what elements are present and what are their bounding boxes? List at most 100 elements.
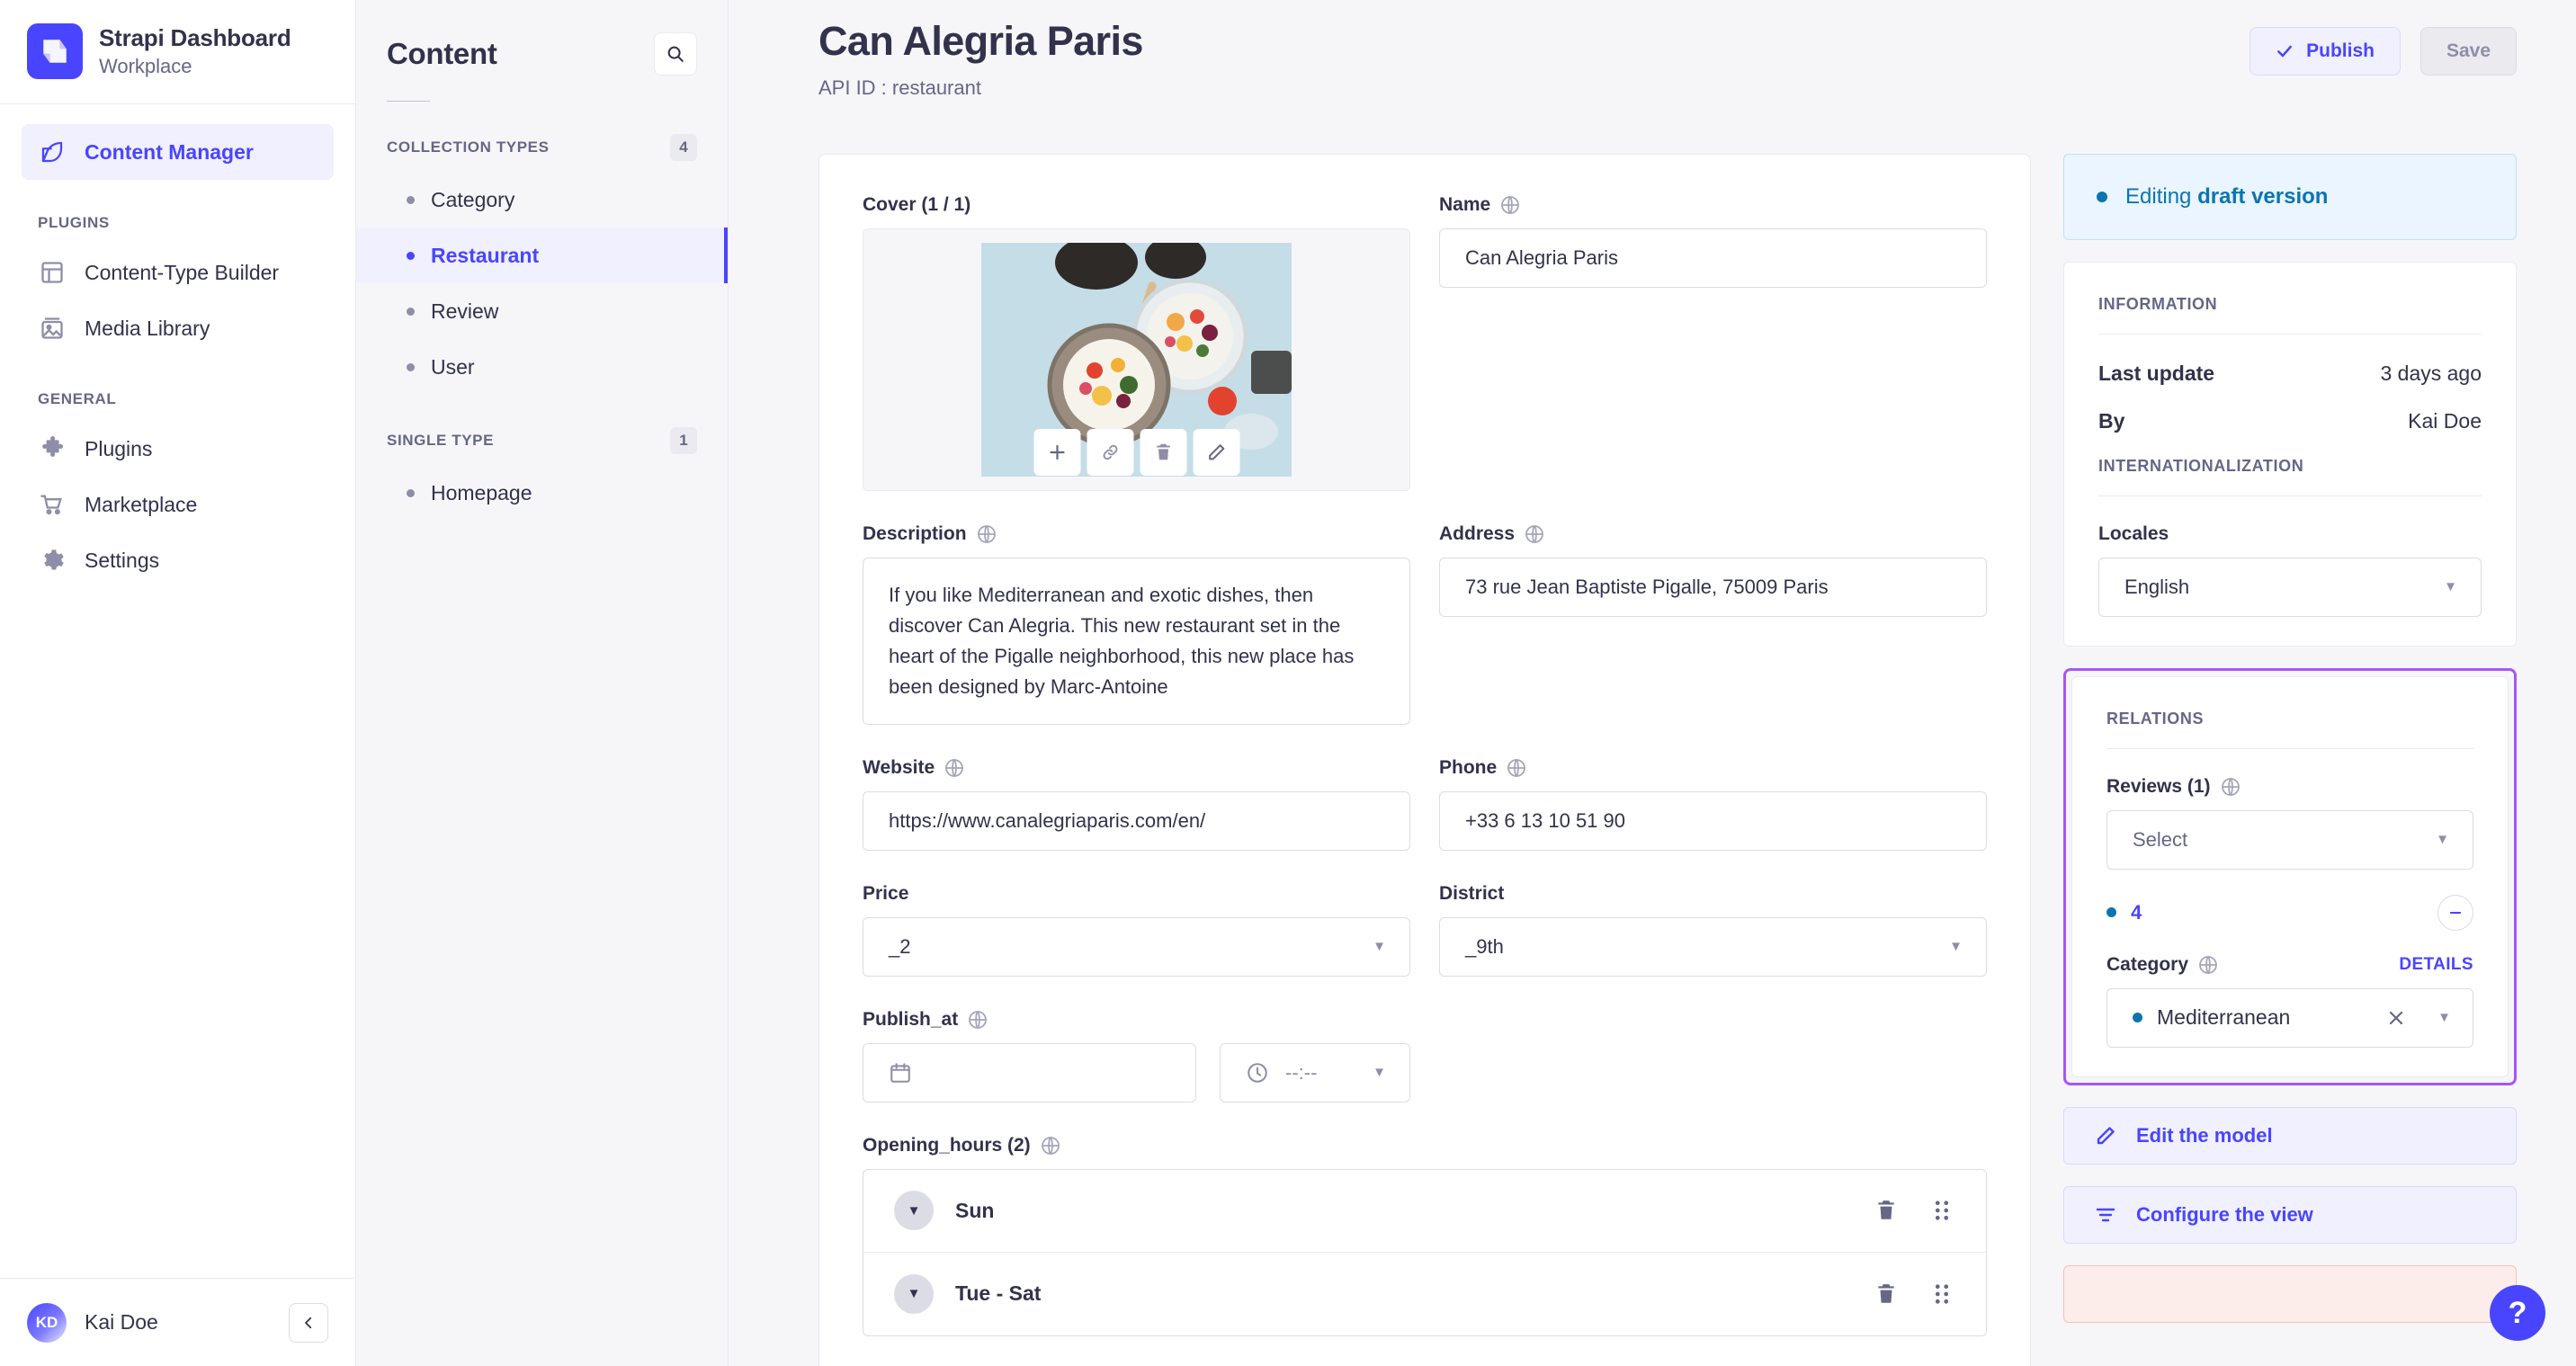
locale-select[interactable]: English ▼ [2098, 557, 2482, 617]
edit-the-model-button[interactable]: Edit the model [2063, 1106, 2517, 1165]
district-select[interactable]: _9th ▼ [1439, 916, 1987, 977]
opening-hours-label-wrap: Opening_hours (2) [863, 1135, 1987, 1156]
collection-types-label: COLLECTION TYPES [387, 138, 550, 156]
sidebar-item-marketplace[interactable]: Marketplace [22, 477, 334, 532]
calendar-icon [889, 1061, 912, 1085]
body-columns: Cover (1 / 1) Name Can Alegria Paris Des… [729, 100, 2576, 1366]
category-details-link[interactable]: DETAILS [2399, 955, 2473, 975]
selected-review-id: 4 [2131, 900, 2142, 924]
bullet-icon [2106, 907, 2116, 918]
category-header-row: Category DETAILS [2106, 954, 2473, 976]
remove-relation-button[interactable] [2437, 894, 2473, 931]
form-row-price-district: Price _2 ▼ District _9th ▼ [863, 883, 1987, 977]
single-type-homepage[interactable]: Homepage [356, 465, 728, 521]
sidebar-item-content-manager[interactable]: Content Manager [22, 124, 334, 180]
address-input[interactable]: 73 rue Jean Baptiste Pigalle, 75009 Pari… [1439, 557, 1987, 617]
sidebar-item-label: Content-Type Builder [85, 260, 280, 284]
district-select-value: _9th [1465, 934, 1504, 958]
description-textarea[interactable]: If you like Mediterranean and exotic dis… [863, 557, 1410, 725]
sidebar-item-content-type-builder[interactable]: Content-Type Builder [22, 245, 334, 300]
globe-icon [976, 523, 997, 545]
sidebar-item-plugins[interactable]: Plugins [22, 421, 334, 477]
feather-pen-icon [38, 138, 67, 166]
collection-type-user[interactable]: User [356, 339, 728, 395]
price-select-value: _2 [889, 934, 911, 958]
chevron-down-icon[interactable]: ▼ [2437, 1010, 2451, 1025]
locale-select-value: English [2124, 575, 2190, 598]
collection-types-list: Category Restaurant Review User [356, 172, 728, 395]
content-nav-title: Content [387, 37, 497, 70]
opening-hours-field: Opening_hours (2) ▼ Sun ▼ Tue - Sat [863, 1135, 1987, 1336]
cover-field: Cover (1 / 1) [863, 194, 1410, 491]
collection-type-restaurant[interactable]: Restaurant [356, 228, 728, 283]
sidebar-user-footer: KD Kai Doe [0, 1278, 355, 1366]
sidebar-item-settings[interactable]: Settings [22, 532, 334, 588]
edit-media-button[interactable] [1193, 428, 1239, 476]
user-name[interactable]: Kai Doe [85, 1310, 271, 1335]
divider [2098, 333, 2482, 335]
collection-type-category[interactable]: Category [356, 172, 728, 228]
save-button[interactable]: Save [2419, 27, 2517, 76]
phone-input[interactable]: +33 6 13 10 51 90 [1439, 790, 1987, 851]
brand-title: Strapi Dashboard [99, 23, 291, 51]
search-button[interactable] [654, 32, 697, 76]
question-mark-icon: ? [2508, 1295, 2527, 1330]
category-select[interactable]: Mediterranean ▼ [2106, 987, 2473, 1048]
price-label-wrap: Price [863, 883, 1410, 905]
phone-field: Phone +33 6 13 10 51 90 [1439, 757, 1987, 851]
info-value: 3 days ago [2380, 361, 2482, 385]
api-id-label: API ID : restaurant [818, 76, 981, 99]
opening-hours-row-sun[interactable]: ▼ Sun [863, 1170, 1986, 1253]
publish-at-date-input[interactable] [863, 1042, 1196, 1103]
address-label: Address [1439, 522, 1516, 544]
publish-at-time-select[interactable]: --:-- ▼ [1220, 1042, 1410, 1103]
sidebar-item-media-library[interactable]: Media Library [22, 300, 334, 356]
sliders-icon [2095, 1204, 2116, 1226]
trash-icon[interactable] [1869, 1193, 1903, 1228]
add-media-button[interactable] [1033, 428, 1080, 476]
collection-types-count: 4 [670, 134, 697, 161]
publish-button[interactable]: Publish [2250, 27, 2401, 76]
drag-handle-icon[interactable] [1925, 1277, 1959, 1311]
help-button[interactable]: ? [2490, 1285, 2545, 1341]
chevron-down-icon: ▼ [1373, 1065, 1386, 1081]
info-row-by: By Kai Doe [2098, 409, 2482, 433]
configure-the-view-label: Configure the view [2136, 1202, 2313, 1226]
configure-the-view-button[interactable]: Configure the view [2063, 1185, 2517, 1244]
list-item-label: Homepage [431, 480, 532, 504]
chevron-down-icon[interactable]: ▼ [894, 1191, 934, 1231]
name-input[interactable]: Can Alegria Paris [1439, 228, 1987, 288]
name-label-wrap: Name [1439, 194, 1987, 216]
app-root: Strapi Dashboard Workplace Content Manag… [0, 0, 2576, 1366]
reviews-select[interactable]: Select ▼ [2106, 809, 2473, 870]
cover-label: Cover (1 / 1) [863, 193, 971, 215]
layout-grid-icon [38, 258, 67, 287]
sidebar-section-plugins-label: PLUGINS [38, 214, 110, 231]
brand-header: Strapi Dashboard Workplace [0, 0, 355, 104]
price-label: Price [863, 882, 909, 904]
close-icon[interactable] [2385, 1007, 2407, 1029]
page-title: Can Alegria Paris [818, 18, 1143, 64]
drag-handle-icon[interactable] [1925, 1193, 1959, 1228]
bullet-icon [407, 362, 415, 371]
category-label: Category [2106, 953, 2189, 975]
sidebar-section-general-label: GENERAL [38, 390, 117, 407]
clock-icon [1246, 1061, 1269, 1085]
copy-link-button[interactable] [1087, 428, 1133, 476]
cover-media-box[interactable] [863, 228, 1410, 491]
delete-media-button[interactable] [1140, 428, 1186, 476]
district-label-wrap: District [1439, 883, 1987, 905]
chevron-down-icon[interactable]: ▼ [894, 1273, 934, 1314]
trash-icon[interactable] [1869, 1277, 1903, 1311]
delete-entry-button[interactable] [2063, 1264, 2517, 1323]
globe-icon [1506, 757, 1527, 779]
info-row-last-update: Last update 3 days ago [2098, 362, 2482, 386]
opening-hours-row-tue-sat[interactable]: ▼ Tue - Sat [863, 1253, 1986, 1335]
website-input[interactable]: https://www.canalegriaparis.com/en/ [863, 790, 1410, 851]
save-button-label: Save [2446, 40, 2491, 61]
description-field: Description If you like Mediterranean an… [863, 523, 1410, 725]
collection-type-review[interactable]: Review [356, 283, 728, 339]
entry-form-card: Cover (1 / 1) Name Can Alegria Paris Des… [818, 153, 2031, 1366]
price-select[interactable]: _2 ▼ [863, 916, 1410, 977]
collapse-sidebar-button[interactable] [289, 1302, 328, 1343]
